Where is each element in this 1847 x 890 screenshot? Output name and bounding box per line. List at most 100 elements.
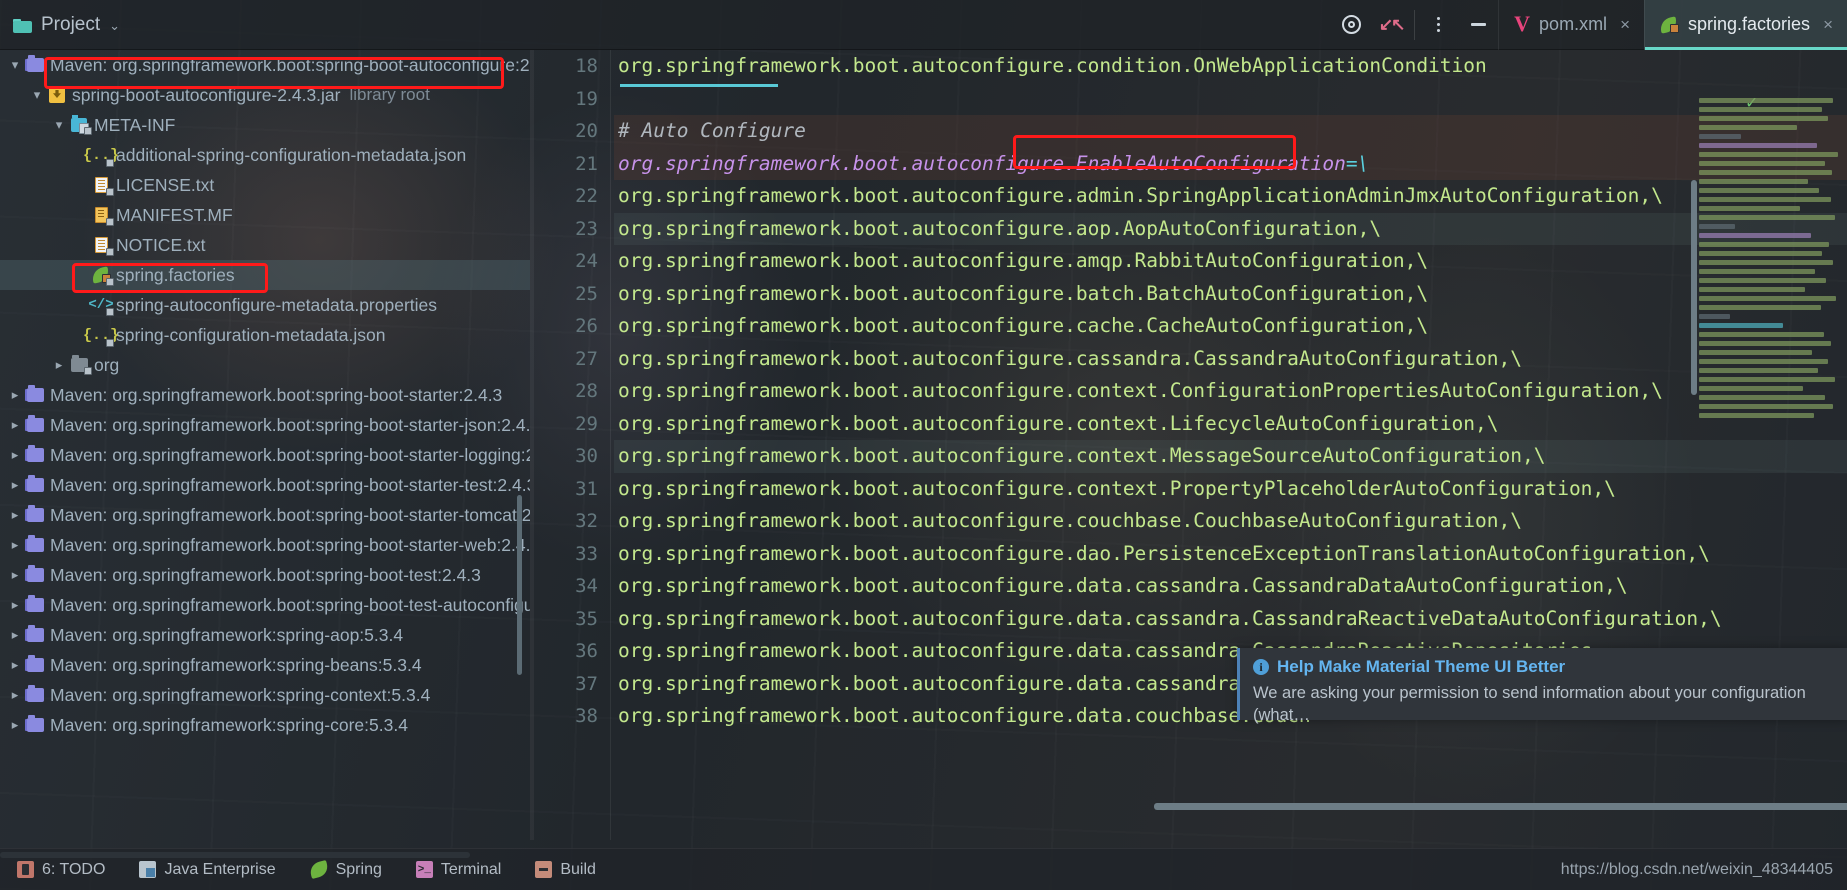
maven-library-icon [24,595,46,612]
code-line[interactable]: org.springframework.boot.autoconfigure.b… [614,278,1847,311]
code-line[interactable]: org.springframework.boot.autoconfigure.c… [614,310,1847,343]
panel-splitter[interactable] [530,50,534,840]
tree-row[interactable]: ▾ spring-boot-autoconfigure-2.4.3.jar libr… [0,80,530,110]
tree-row-sublabel: library root [349,85,430,104]
tree-row[interactable]: LICENSE.txt [0,170,530,200]
tree-row[interactable]: {..} spring-configuration-metadata.json [0,320,530,350]
tree-row[interactable]: ▸ Maven: org.springframework.boot:spring-… [0,440,530,470]
chevron-right-icon[interactable]: ▸ [6,477,24,493]
code-line[interactable]: org.springframework.boot.autoconfigure.c… [614,408,1847,441]
line-number: 38 [575,705,598,727]
tree-row[interactable]: ▸ Maven: org.springframework.boot:spring-… [0,380,530,410]
line-number: 27 [575,347,598,370]
project-tree-panel[interactable]: ▾ Maven: org.springframework.boot:spring-… [0,50,530,840]
code-line[interactable]: org.springframework.boot.autoconfigure.c… [614,473,1847,506]
editor-vertical-scrollbar[interactable] [1691,180,1697,395]
project-panel-header[interactable]: Project ⌄ [0,0,120,50]
code-line[interactable]: org.springframework.boot.autoconfigure.d… [614,570,1847,603]
more-options-icon[interactable] [1418,0,1458,50]
tree-row[interactable]: ▸ Maven: org.springframework.boot:spring-… [0,500,530,530]
code-line[interactable]: org.springframework.boot.autoconfigure.d… [614,603,1847,636]
code-line[interactable]: # Auto Configure [614,115,1847,148]
project-toolbar: ↙↖ [1331,0,1498,50]
chevron-right-icon[interactable]: ▸ [6,447,24,463]
chevron-right-icon[interactable]: ▸ [6,627,24,643]
tree-row[interactable]: ▸ Maven: org.springframework.boot:spring-… [0,560,530,590]
chevron-right-icon[interactable]: ▸ [6,507,24,523]
tree-row[interactable]: ▸ Maven: org.springframework.boot:spring-… [0,470,530,500]
sidebar-vertical-scrollbar[interactable] [517,495,522,675]
chevron-down-icon[interactable]: ▾ [6,57,24,73]
chevron-right-icon[interactable]: ▸ [6,417,24,433]
tree-row[interactable]: ▸ Maven: org.springframework.boot:spring-… [0,410,530,440]
notification-popup[interactable]: i Help Make Material Theme UI Better We … [1237,648,1847,724]
tree-row[interactable]: spring.factories [0,260,530,290]
code-line[interactable]: org.springframework.boot.autoconfigure.d… [614,538,1847,571]
code-line[interactable]: org.springframework.boot.autoconfigure.E… [614,147,1847,180]
status-item-java-enterprise[interactable]: Java Enterprise [122,849,292,890]
collapse-all-icon[interactable]: ↙↖ [1371,0,1411,50]
tree-row[interactable]: </> spring-autoconfigure-metadata.propert… [0,290,530,320]
tree-row[interactable]: ▾ META-INF [0,110,530,140]
tab-spring-factories[interactable]: spring.factories × [1644,0,1847,50]
code-line[interactable]: org.springframework.boot.autoconfigure.c… [614,375,1847,408]
tree-row[interactable]: ▸ org [0,350,530,380]
lock-icon [106,338,114,347]
build-icon [535,861,553,878]
code-line[interactable]: org.springframework.boot.autoconfigure.a… [614,245,1847,278]
code-line[interactable]: org.springframework.boot.autoconfigure.c… [614,440,1847,473]
chevron-right-icon[interactable]: ▸ [6,657,24,673]
tree-row[interactable]: {..} additional-spring-configuration-meta… [0,140,530,170]
target-icon[interactable] [1331,0,1371,50]
line-number: 36 [575,640,598,662]
maven-library-icon [24,475,46,492]
tree-row[interactable]: MANIFEST.MF [0,200,530,230]
status-item-build[interactable]: Build [518,849,613,890]
tree-row[interactable]: ▾ Maven: org.springframework.boot:spring-… [0,50,530,80]
spring-leaf-icon [1660,17,1679,33]
chevron-down-icon[interactable]: ▾ [28,87,46,103]
chevron-right-icon[interactable]: ▸ [6,597,24,613]
code-minimap[interactable] [1699,98,1839,718]
chevron-right-icon[interactable]: ▸ [6,537,24,553]
close-icon[interactable]: × [1620,15,1630,35]
java-enterprise-icon [139,861,157,878]
editor-horizontal-scrollbar[interactable] [1154,803,1847,810]
code-line[interactable]: org.springframework.boot.autoconfigure.a… [614,212,1847,245]
tree-row-label: Maven: org.springframework:spring-core:5… [50,714,408,735]
chevron-right-icon[interactable]: ▸ [50,357,68,373]
tree-row[interactable]: ▸ Maven: org.springframework:spring-beans… [0,650,530,680]
text-file-icon [90,177,114,196]
code-line[interactable]: org.springframework.boot.autoconfigure.c… [614,343,1847,376]
close-icon[interactable]: × [1823,15,1833,35]
chevron-right-icon[interactable]: ▸ [6,387,24,403]
tree-row-label: spring.factories [116,264,235,285]
tab-label: pom.xml [1539,14,1608,34]
tree-row[interactable]: ▸ Maven: org.springframework:spring-aop:5… [0,620,530,650]
tree-row[interactable]: ▸ Maven: org.springframework.boot:spring-… [0,590,530,620]
status-item-spring[interactable]: Spring [293,849,399,890]
code-line[interactable]: org.springframework.boot.autoconfigure.c… [614,50,1847,83]
chevron-down-icon[interactable]: ⌄ [109,18,120,34]
code-key-prefix: org.springframework.boot.autoconfigure. [618,151,1076,175]
chevron-right-icon[interactable]: ▸ [6,687,24,703]
tree-row-label: Maven: org.springframework:spring-aop:5.… [50,624,404,645]
chevron-right-icon[interactable]: ▸ [6,567,24,583]
tree-row[interactable]: ▸ Maven: org.springframework:spring-conte… [0,680,530,710]
tree-row[interactable]: ▸ Maven: org.springframework:spring-core:… [0,710,530,740]
chevron-down-icon[interactable]: ▾ [50,117,68,133]
notification-body: We are asking your permission to send in… [1253,684,1806,724]
tree-row[interactable]: NOTICE.txt [0,230,530,260]
hide-panel-icon[interactable] [1458,0,1498,50]
status-label: Build [560,860,596,878]
status-item-terminal[interactable]: >_ Terminal [399,849,518,890]
chevron-right-icon[interactable]: ▸ [6,717,24,733]
tree-row[interactable]: ▸ Maven: org.springframework.boot:spring-… [0,530,530,560]
status-item-todo[interactable]: 6: TODO [0,849,122,890]
code-line[interactable]: org.springframework.boot.autoconfigure.a… [614,180,1847,213]
code-line[interactable] [614,83,1847,116]
lock-icon [84,127,92,135]
code-line[interactable]: org.springframework.boot.autoconfigure.c… [614,505,1847,538]
notification-title-row: i Help Make Material Theme UI Better [1253,657,1833,677]
tab-pom-xml[interactable]: V pom.xml × [1498,0,1644,50]
